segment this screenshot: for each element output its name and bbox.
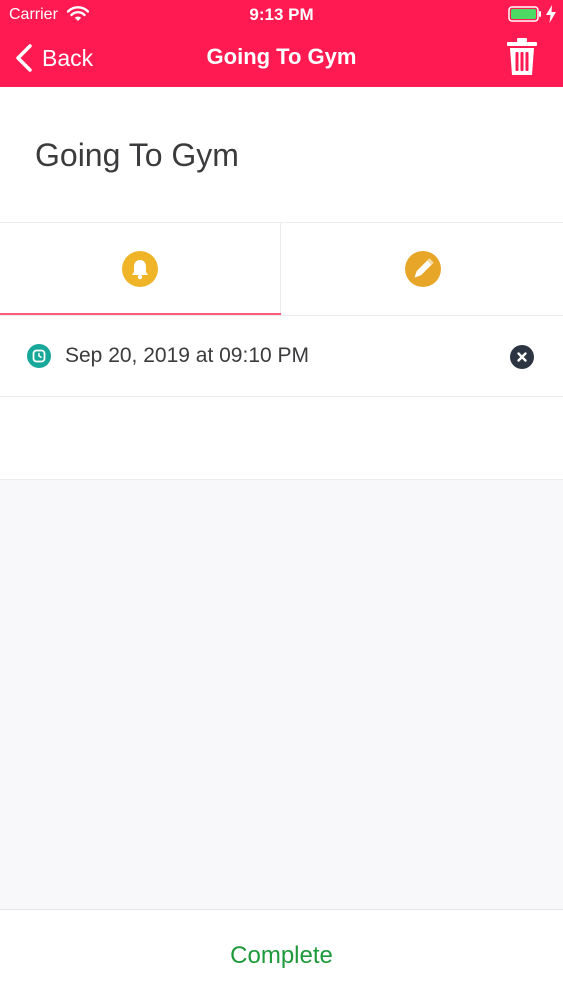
back-button[interactable]: Back	[14, 40, 93, 76]
reminder-row[interactable]: Sep 20, 2019 at 09:10 PM	[0, 316, 563, 397]
status-time: 9:13 PM	[249, 5, 314, 24]
empty-row	[0, 397, 563, 480]
trash-icon	[507, 38, 537, 75]
alarm-clock-icon	[27, 344, 51, 368]
remove-reminder-icon[interactable]	[510, 345, 534, 369]
task-title[interactable]: Going To Gym	[35, 137, 239, 174]
bell-icon	[122, 251, 158, 287]
back-label: Back	[42, 44, 94, 71]
delete-button[interactable]	[506, 38, 538, 76]
nav-bar: Back Going To Gym	[0, 30, 563, 87]
complete-button[interactable]: Complete	[0, 910, 563, 1000]
status-bar: Carrier 9:13 PM	[0, 0, 563, 30]
tab-notes[interactable]	[282, 223, 563, 315]
content-background	[0, 480, 563, 909]
charging-bolt-icon	[546, 5, 556, 23]
battery-icon	[508, 6, 541, 22]
header: Carrier 9:13 PM Back Going To Gym	[0, 0, 563, 87]
reminder-datetime: Sep 20, 2019 at 09:10 PM	[65, 344, 310, 367]
chevron-left-icon	[16, 44, 32, 72]
selected-tab-indicator	[0, 313, 281, 315]
task-title-section: Going To Gym	[0, 87, 563, 223]
pencil-icon	[404, 251, 441, 287]
footer: Complete	[0, 909, 563, 1000]
tab-reminders[interactable]	[0, 223, 281, 315]
tab-bar	[0, 223, 563, 316]
